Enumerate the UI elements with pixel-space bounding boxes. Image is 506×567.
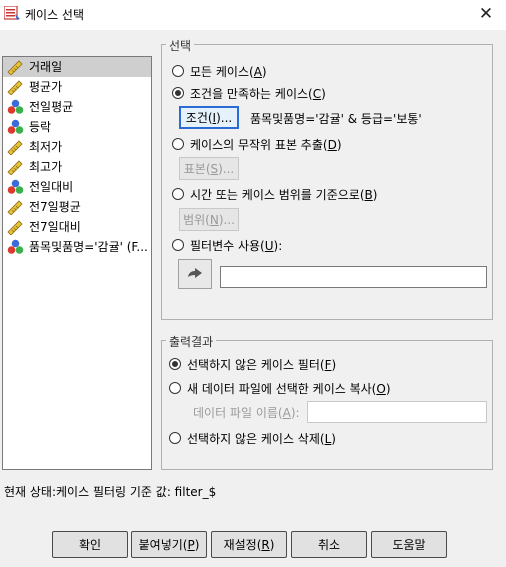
radio-circle[interactable] [172,65,184,77]
radio-circle[interactable] [172,138,184,150]
variable-list-item[interactable]: 최저가 [3,137,151,157]
variable-list-item[interactable]: 전일대비 [3,177,151,197]
variable-list-item[interactable]: 품목및품명='감귤' (F... [3,237,151,257]
radio-circle[interactable] [169,432,181,444]
radio-range[interactable]: 시간 또는 케이스 범위를 기준으로(B) [172,185,377,203]
radio-range-label: 시간 또는 케이스 범위를 기준으로(B) [190,187,378,202]
nominal-balls-icon [7,119,24,135]
radio-random-sample-label: 케이스의 무작위 표본 추출(D) [190,137,342,152]
radio-circle[interactable] [169,382,181,394]
nominal-balls-icon [7,239,24,255]
radio-if-condition[interactable]: 조건을 만족하는 케이스(C) [172,84,326,102]
variable-list-item[interactable]: 전일평균 [3,97,151,117]
nominal-balls-icon [7,99,24,115]
radio-filter-variable-label: 필터변수 사용(U): [190,238,283,253]
variable-name: 전일대비 [29,180,74,194]
output-group-title: 출력결과 [166,333,217,350]
if-condition-button[interactable]: 조건(I)... [179,106,239,129]
variable-list-item[interactable]: 등락 [3,117,151,137]
ruler-icon [7,59,24,76]
variable-list-item[interactable]: 전7일평균 [3,197,151,217]
variable-list-item[interactable]: 거래일 [3,57,151,77]
dataset-name-label: 데이터 파일 이름(A): [193,406,300,420]
variable-list[interactable]: 거래일평균가전일평균등락최저가최고가전일대비전7일평균전7일대비품목및품명='감… [2,56,152,470]
variable-name: 품목및품명='감귤' (F... [29,240,148,254]
ruler-icon [7,219,24,236]
window-title: 케이스 선택 [25,8,85,22]
variable-name: 거래일 [29,60,63,74]
filter-variable-field[interactable] [220,266,487,288]
radio-circle[interactable] [172,188,184,200]
nominal-balls-icon [7,179,24,195]
ruler-icon [7,139,24,156]
ok-button[interactable]: 확인 [52,531,128,558]
radio-filter-variable[interactable]: 필터변수 사용(U): [172,236,282,254]
radio-circle[interactable] [169,358,181,370]
dataset-name-field[interactable] [307,401,487,423]
ruler-icon [7,159,24,176]
range-button[interactable]: 범위(N)... [179,208,239,231]
variable-name: 등락 [29,120,52,134]
app-icon [4,6,20,20]
variable-list-item[interactable]: 전7일대비 [3,217,151,237]
cancel-button[interactable]: 취소 [291,531,367,558]
close-icon: ✕ [478,4,494,24]
radio-delete-unselected-label: 선택하지 않은 케이스 삭제(L) [187,431,336,446]
condition-expression: 품목및품명='감귤' & 등급='보통' [250,112,422,126]
variable-name: 전일평균 [29,100,74,114]
move-to-filter-button[interactable] [178,259,212,289]
variable-list-item[interactable]: 최고가 [3,157,151,177]
help-button[interactable]: 도움말 [371,531,447,558]
radio-filter-out[interactable]: 선택하지 않은 케이스 필터(F) [169,355,336,373]
variable-name: 평균가 [29,80,63,94]
variable-list-item[interactable]: 평균가 [3,77,151,97]
close-button[interactable]: ✕ [466,0,506,28]
status-text: 현재 상태:케이스 필터링 기준 값: filter_$ [4,485,217,499]
radio-copy-to-dataset-label: 새 데이터 파일에 선택한 케이스 복사(O) [187,381,391,396]
radio-if-condition-label: 조건을 만족하는 케이스(C) [190,86,326,101]
radio-filter-out-label: 선택하지 않은 케이스 필터(F) [187,357,337,372]
variable-name: 전7일대비 [29,220,81,234]
variable-name: 전7일평균 [29,200,81,214]
variable-name: 최고가 [29,160,63,174]
radio-copy-to-dataset[interactable]: 새 데이터 파일에 선택한 케이스 복사(O) [169,379,391,397]
ruler-icon [7,79,24,96]
ruler-icon [7,199,24,216]
radio-circle[interactable] [172,239,184,251]
radio-delete-unselected[interactable]: 선택하지 않은 케이스 삭제(L) [169,429,336,447]
radio-all-cases[interactable]: 모든 케이스(A) [172,62,267,80]
title-bar: 케이스 선택 ✕ [0,0,506,30]
paste-button[interactable]: 붙여넣기(P) [131,531,207,558]
variable-name: 최저가 [29,140,63,154]
reset-button[interactable]: 재설정(R) [211,531,287,558]
sample-button[interactable]: 표본(S)... [179,157,239,180]
radio-all-cases-label: 모든 케이스(A) [190,64,267,79]
radio-circle[interactable] [172,87,184,99]
selection-group-title: 선택 [166,37,195,54]
radio-random-sample[interactable]: 케이스의 무작위 표본 추출(D) [172,135,342,153]
arrow-right-icon [188,268,202,278]
